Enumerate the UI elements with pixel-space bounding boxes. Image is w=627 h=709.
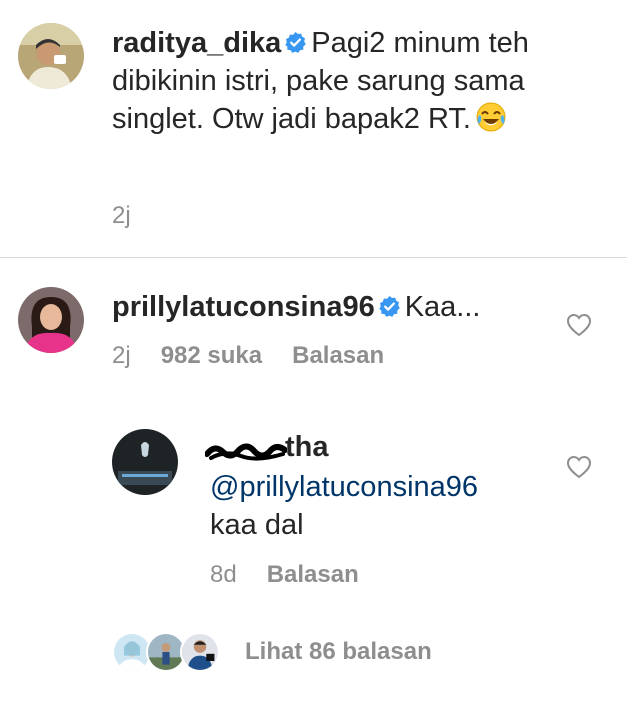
post-caption: raditya_dika Pagi2 minum teh dibikinin is… [0, 0, 627, 258]
verified-badge-icon [284, 31, 307, 54]
verified-badge-icon [378, 295, 401, 318]
avatar-photo-raditya [18, 23, 84, 89]
reply-username[interactable]: tha [285, 431, 329, 464]
comment-meta: 2j 982 suka Balasan [112, 342, 414, 370]
comment-username[interactable]: prillylatuconsina96 [112, 291, 375, 323]
reply-timestamp: 8d [210, 561, 237, 588]
comment-avatar[interactable] [18, 287, 84, 353]
comment-text-block: prillylatuconsina96 Kaa... [112, 288, 552, 326]
comment-timestamp: 2j [112, 342, 131, 369]
replier-avatar [180, 632, 220, 672]
reply-meta: 8d Balasan [210, 561, 389, 589]
comment-likes[interactable]: 982 suka [161, 342, 262, 369]
view-more-replies[interactable]: Lihat 86 balasan [112, 628, 512, 676]
divider [0, 257, 627, 258]
avatar-photo-reply [112, 429, 178, 495]
comment-text: Kaa... [404, 291, 481, 323]
reply-text: kaa dal [210, 509, 304, 541]
reply-avatar[interactable] [112, 429, 178, 495]
caption-meta: 2j [112, 202, 161, 230]
face-with-tears-of-joy-icon [475, 101, 507, 133]
reply-mention[interactable]: @prillylatuconsina96 [210, 468, 550, 506]
caption-text-block: raditya_dika Pagi2 minum teh dibikinin is… [112, 24, 532, 138]
reply-text-block: @prillylatuconsina96 kaa dal [210, 468, 550, 544]
reply-reply-button[interactable]: Balasan [267, 561, 359, 588]
like-heart-icon[interactable] [566, 455, 592, 479]
caption-avatar[interactable] [18, 23, 84, 89]
comment-reply-button[interactable]: Balasan [292, 342, 384, 369]
avatar-photo-prilly [18, 287, 84, 353]
view-more-label[interactable]: Lihat 86 balasan [245, 638, 432, 666]
caption-username[interactable]: raditya_dika [112, 27, 281, 59]
like-heart-icon[interactable] [566, 313, 592, 337]
caption-timestamp: 2j [112, 202, 131, 229]
redacted-username-scribble [205, 443, 287, 461]
